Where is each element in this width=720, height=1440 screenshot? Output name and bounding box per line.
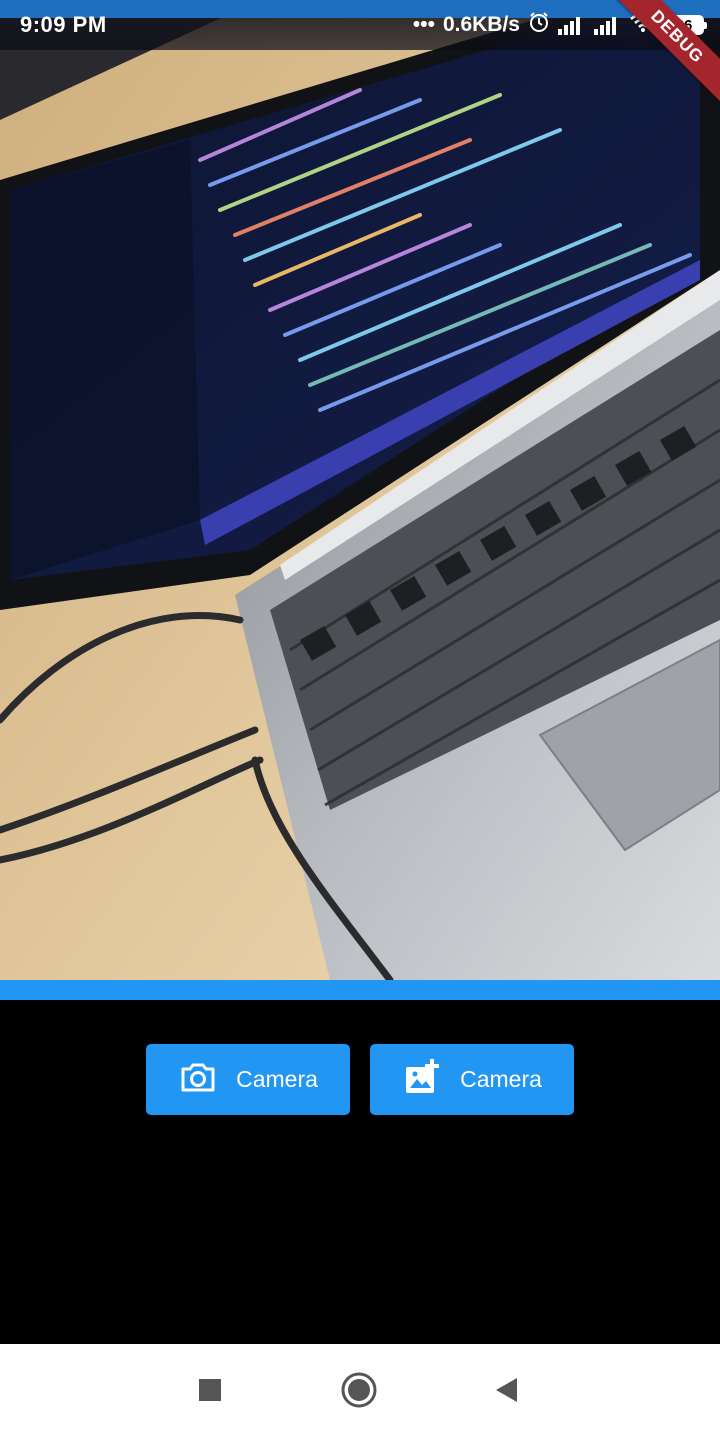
alarm-icon xyxy=(528,11,550,39)
gallery-button-label: Camera xyxy=(460,1066,542,1092)
back-button[interactable] xyxy=(486,1372,526,1412)
captured-photo xyxy=(0,0,720,980)
back-triangle-icon xyxy=(493,1376,519,1409)
status-time: 9:09 PM xyxy=(20,12,107,37)
image-divider xyxy=(0,980,720,1000)
add-photo-icon xyxy=(402,1057,442,1103)
camera-button-label: Camera xyxy=(236,1066,318,1092)
status-bar: 9:09 PM ••• 0.6KB/s 26 xyxy=(0,0,720,50)
camera-button[interactable]: Camera xyxy=(146,1044,350,1115)
camera-icon xyxy=(178,1057,218,1103)
recents-square-icon xyxy=(198,1378,222,1407)
laptop-photo-illustration xyxy=(0,0,720,980)
home-circle-icon xyxy=(340,1371,378,1414)
dots-icon: ••• xyxy=(412,13,435,36)
recents-button[interactable] xyxy=(190,1372,230,1412)
home-button[interactable] xyxy=(339,1372,379,1412)
signal-icon xyxy=(594,15,622,35)
navigation-bar xyxy=(0,1344,720,1440)
gallery-button[interactable]: Camera xyxy=(370,1044,574,1115)
signal-icon xyxy=(558,15,586,35)
network-speed: 0.6KB/s xyxy=(442,13,520,36)
